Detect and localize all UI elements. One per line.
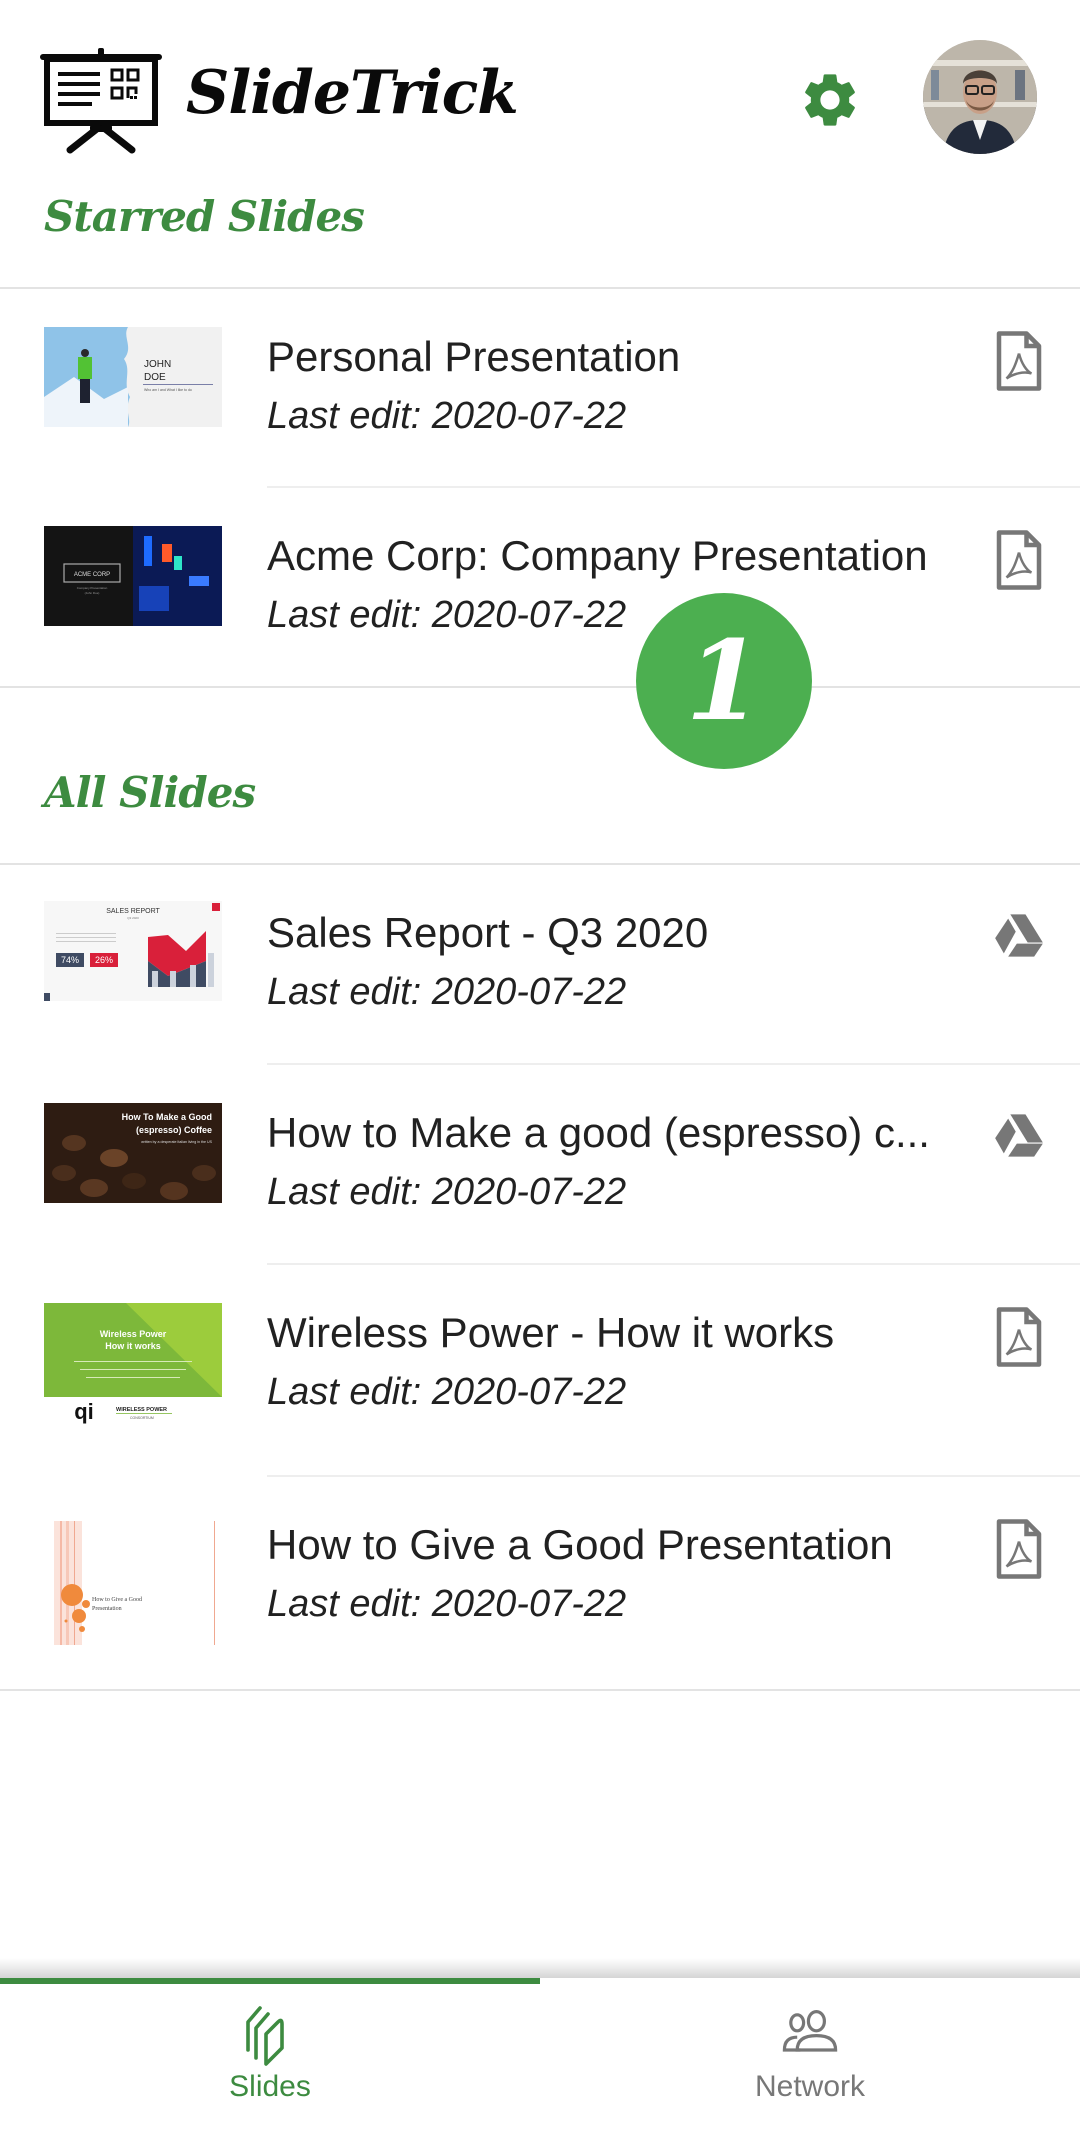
divider	[0, 686, 1080, 688]
slides-stack-icon	[246, 2006, 284, 2066]
slide-title: How to Make a good (espresso) c...	[267, 1109, 930, 1156]
thumb-text: written by a desperate Italian living in…	[141, 1140, 213, 1144]
slide-row-acme-corp[interactable]: ACME CORP Company Presentation (John Doe…	[0, 488, 1080, 686]
app-title: SlideTrick	[186, 58, 519, 128]
slide-title: Acme Corp: Company Presentation	[267, 532, 928, 579]
thumb-text: Company Presentation	[77, 586, 108, 590]
bottom-navigation: Slides Network	[0, 1978, 1080, 2129]
thumb-text: How to Give a Good	[92, 1597, 142, 1603]
slide-title: Personal Presentation	[267, 333, 681, 380]
slide-row-sales-report[interactable]: SALES REPORT Q3 2020 74% 26% Sales Repor…	[0, 865, 1080, 1063]
google-drive-icon[interactable]	[993, 1112, 1045, 1160]
thumb-text: JOHN	[144, 359, 171, 370]
slide-row-personal-presentation[interactable]: JOHN DOE Who am I and What I like to do …	[0, 289, 1080, 486]
thumb-text: SALES REPORT	[106, 908, 160, 915]
tab-network[interactable]: Network	[540, 1978, 1080, 2129]
slide-title: Wireless Power - How it works	[267, 1309, 835, 1356]
pdf-icon[interactable]	[993, 1519, 1045, 1579]
all-section-title: All Slides	[44, 768, 256, 817]
slide-last-edit: Last edit: 2020-07-22	[267, 1583, 627, 1625]
tutorial-step-badge: 1	[636, 593, 812, 769]
slide-row-espresso-coffee[interactable]: How To Make a Good (espresso) Coffee wri…	[0, 1065, 1080, 1263]
slide-thumbnail: JOHN DOE Who am I and What I like to do	[44, 327, 222, 427]
thumb-text: Wireless Power	[100, 1329, 167, 1339]
bottom-nav-shadow	[0, 1958, 1080, 1980]
pdf-icon[interactable]	[993, 1307, 1045, 1367]
google-drive-icon[interactable]	[993, 912, 1045, 960]
pdf-icon[interactable]	[993, 331, 1045, 391]
slide-row-good-presentation[interactable]: How to Give a Good Presentation How to G…	[0, 1477, 1080, 1689]
tab-label: Network	[754, 2070, 866, 2103]
people-icon	[782, 2010, 838, 2052]
gear-icon	[805, 74, 855, 126]
slide-thumbnail: Wireless Power How it works qi WIRELESS …	[44, 1303, 222, 1433]
divider	[0, 1689, 1080, 1691]
svg-text:qi: qi	[74, 1399, 94, 1424]
settings-button[interactable]	[798, 68, 862, 132]
thumb-text: How it works	[105, 1341, 161, 1351]
slide-thumbnail: ACME CORP Company Presentation (John Doe…	[44, 526, 222, 626]
slide-last-edit: Last edit: 2020-07-22	[267, 1171, 627, 1213]
slide-thumbnail: How to Give a Good Presentation	[52, 1521, 216, 1645]
thumb-text: (John Doe)	[85, 591, 100, 595]
thumb-text: How To Make a Good	[122, 1112, 212, 1122]
slide-title: Sales Report - Q3 2020	[267, 909, 709, 956]
starred-section-title: Starred Slides	[44, 192, 365, 241]
slide-last-edit: Last edit: 2020-07-22	[267, 395, 627, 437]
thumb-text: WIRELESS POWER	[116, 1407, 167, 1413]
thumb-text: DOE	[144, 372, 166, 383]
slide-row-wireless-power[interactable]: Wireless Power How it works qi WIRELESS …	[0, 1265, 1080, 1475]
slide-title: How to Give a Good Presentation	[267, 1521, 893, 1568]
thumb-text: Who am I and What I like to do	[144, 388, 192, 392]
slide-last-edit: Last edit: 2020-07-22	[267, 1371, 627, 1413]
tab-label: Slides	[229, 2070, 311, 2103]
slide-last-edit: Last edit: 2020-07-22	[267, 594, 627, 636]
thumb-text: 26%	[95, 955, 113, 965]
pdf-icon[interactable]	[993, 530, 1045, 590]
thumb-text: 74%	[61, 955, 79, 965]
tab-slides[interactable]: Slides	[0, 1978, 540, 2129]
user-avatar[interactable]	[923, 40, 1037, 154]
active-tab-indicator	[0, 1978, 540, 1984]
app-header: SlideTrick	[0, 0, 1080, 190]
thumb-text: Q3 2020	[127, 916, 139, 920]
avatar-photo	[923, 40, 1037, 154]
slide-thumbnail: How To Make a Good (espresso) Coffee wri…	[44, 1103, 222, 1203]
thumb-text: Presentation	[92, 1606, 122, 1612]
thumb-text: ACME CORP	[74, 572, 110, 578]
thumb-text: CONSORTIUM	[130, 1416, 154, 1420]
thumb-text: (espresso) Coffee	[136, 1125, 212, 1135]
presentation-board-icon	[40, 48, 162, 154]
slide-last-edit: Last edit: 2020-07-22	[267, 971, 627, 1013]
slide-thumbnail: SALES REPORT Q3 2020 74% 26%	[44, 901, 222, 1001]
